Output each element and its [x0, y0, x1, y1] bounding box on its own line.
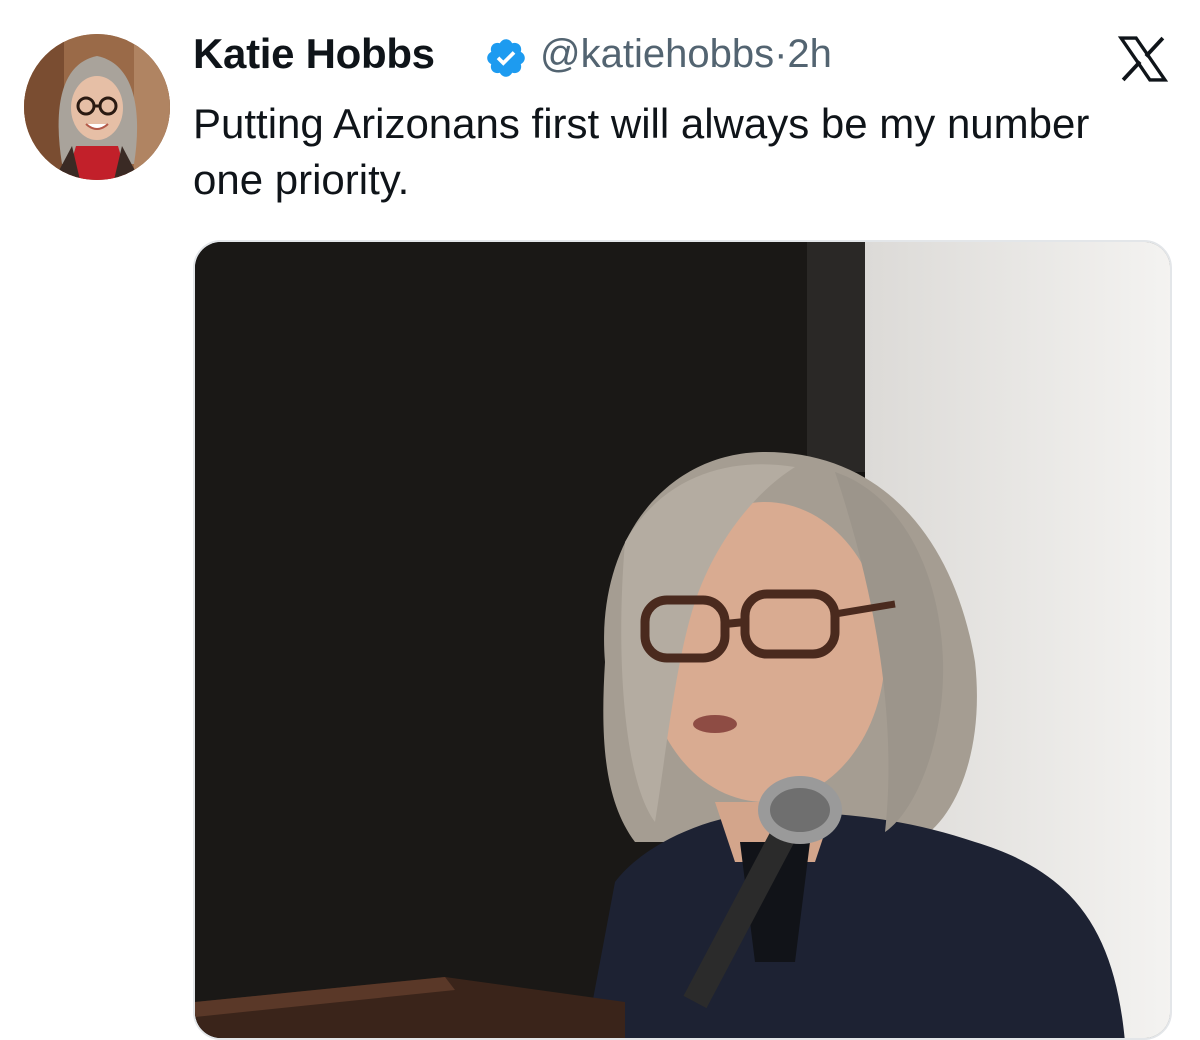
speaker-at-podium-photo-icon — [195, 242, 1170, 1038]
profile-photo-icon — [24, 34, 170, 180]
tweet-media-video[interactable] — [193, 240, 1172, 1040]
author-avatar[interactable] — [24, 34, 170, 180]
separator-dot: · — [774, 32, 788, 76]
tweet-timestamp[interactable]: 2h — [787, 32, 832, 76]
author-handle[interactable]: @katiehobbs — [540, 32, 774, 76]
x-logo-icon[interactable] — [1116, 36, 1170, 82]
author-display-name[interactable]: Katie Hobbs — [193, 30, 435, 78]
tweet-text: Putting Arizonans first will always be m… — [193, 100, 1090, 203]
author-handle-and-time: @katiehobbs·2h — [540, 32, 832, 77]
verified-badge-icon — [487, 39, 525, 77]
